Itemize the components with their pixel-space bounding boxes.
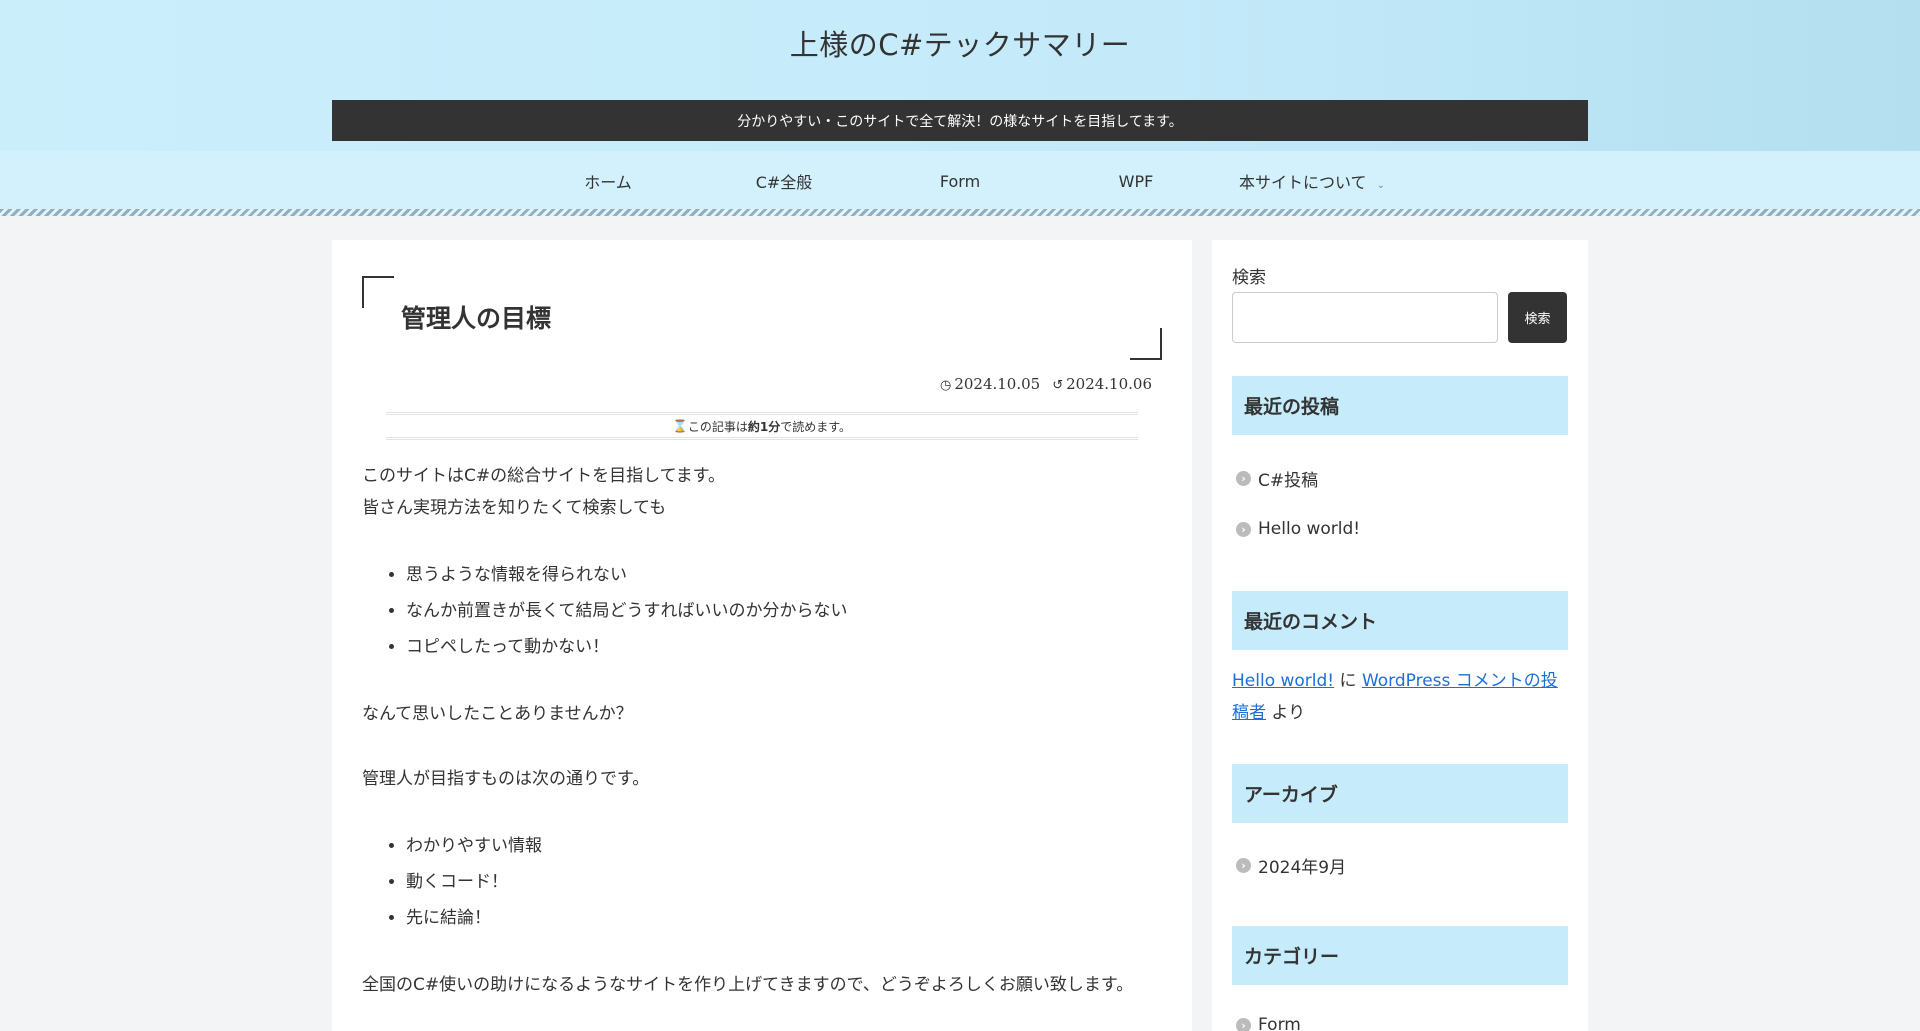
article-dates: ◷ 2024.10.05 ↺ 2024.10.06 (940, 375, 1152, 393)
nav-item-about[interactable]: 本サイトについて ⌄ (1224, 169, 1400, 193)
list-item: なんか前置きが長くて結局どうすればいいのか分からない (406, 593, 1152, 629)
nav-item-wpf[interactable]: WPF (1048, 172, 1224, 191)
list-item: 思うような情報を得られない (406, 557, 1152, 593)
archive-label: 2024年9月 (1258, 858, 1347, 878)
nav-item-home[interactable]: ホーム (520, 169, 696, 193)
archives-title: アーカイブ (1232, 764, 1568, 823)
paragraph-question: なんて思いしたことありませんか？ (362, 704, 633, 724)
published-date: ◷ 2024.10.05 (940, 375, 1040, 393)
updated-date-text: 2024.10.06 (1066, 375, 1152, 393)
intro-line-2: 皆さん実現方法を知りたくて検索しても (362, 498, 667, 518)
list-item: 先に結論！ (406, 900, 1152, 936)
nav-item-about-label: 本サイトについて (1239, 173, 1367, 192)
categories-title: カテゴリー (1232, 926, 1568, 985)
problem-list: 思うような情報を得られない なんか前置きが長くて結局どうすればいいのか分からない… (406, 557, 1152, 665)
chevron-right-icon: › (1236, 1017, 1251, 1031)
search-button[interactable]: 検索 (1508, 292, 1567, 343)
clock-icon: ◷ (939, 378, 952, 393)
chevron-down-icon: ⌄ (1376, 180, 1385, 191)
list-item: 動くコード！ (406, 864, 1152, 900)
recent-post-label: C#投稿 (1258, 471, 1319, 491)
list-item: コピペしたって動かない！ (406, 629, 1152, 665)
read-time-value: 約1分 (747, 419, 781, 434)
goal-list: わかりやすい情報 動くコード！ 先に結論！ (406, 828, 1152, 936)
comment-suffix: より (1271, 703, 1306, 723)
intro-line-1: このサイトはC#の総合サイトを目指してます。 (362, 466, 726, 486)
recent-posts-title: 最近の投稿 (1232, 376, 1568, 435)
title-corner-bottom-right (1130, 328, 1162, 360)
recent-comment: Hello world! に WordPress コメントの投稿者 より (1232, 665, 1568, 729)
recent-post-item[interactable]: › C#投稿 (1236, 466, 1318, 491)
read-time-box: ⌛ この記事は 約1分 で読めます。 (386, 412, 1138, 440)
site-tagline: 分かりやすい・このサイトで全て解決！の様なサイトを目指してます。 (332, 100, 1588, 141)
list-item: わかりやすい情報 (406, 828, 1152, 864)
main-nav: ホーム C#全般 Form WPF 本サイトについて ⌄ (0, 151, 1920, 211)
article-body: このサイトはC#の総合サイトを目指してます。 皆さん実現方法を知りたくて検索して… (362, 460, 1152, 1031)
nav-divider (0, 209, 1920, 216)
recent-comments-title: 最近のコメント (1232, 591, 1568, 650)
published-date-text: 2024.10.05 (954, 375, 1041, 393)
chevron-right-icon: › (1236, 471, 1251, 486)
search-label: 検索 (1232, 268, 1266, 288)
category-item[interactable]: › Form (1236, 1015, 1301, 1031)
archive-item[interactable]: › 2024年9月 (1236, 853, 1346, 878)
article-title: 管理人の目標 (401, 304, 552, 333)
comment-connector: に (1339, 671, 1357, 691)
paragraph-closing: 全国のC#使いの助けになるようなサイトを作り上げてきますので、どうぞよろしくお願… (362, 975, 1134, 995)
paragraph-intro: このサイトはC#の総合サイトを目指してます。 皆さん実現方法を知りたくて検索して… (362, 460, 1152, 524)
search-input[interactable] (1232, 292, 1498, 343)
title-corner-top-left (362, 276, 394, 308)
read-time-suffix: で読めます。 (780, 419, 852, 434)
hourglass-icon: ⌛ (672, 419, 688, 433)
chevron-right-icon: › (1236, 858, 1251, 873)
read-time-prefix: この記事は (687, 419, 748, 434)
site-title[interactable]: 上様のC#テックサマリー (0, 22, 1920, 64)
recent-post-label: Hello world! (1258, 519, 1361, 539)
category-label: Form (1258, 1015, 1301, 1031)
history-icon: ↺ (1052, 378, 1064, 393)
paragraph-goals-intro: 管理人が目指すものは次の通りです。 (362, 769, 650, 789)
recent-post-item[interactable]: › Hello world! (1236, 519, 1360, 539)
site-header: 上様のC#テックサマリー 分かりやすい・このサイトで全て解決！の様なサイトを目指… (0, 0, 1920, 151)
chevron-right-icon: › (1236, 521, 1251, 537)
updated-date: ↺ 2024.10.06 (1052, 375, 1152, 393)
comment-post-link[interactable]: Hello world! (1232, 671, 1334, 691)
nav-item-form[interactable]: Form (872, 172, 1048, 191)
nav-item-csharp[interactable]: C#全般 (696, 169, 872, 193)
